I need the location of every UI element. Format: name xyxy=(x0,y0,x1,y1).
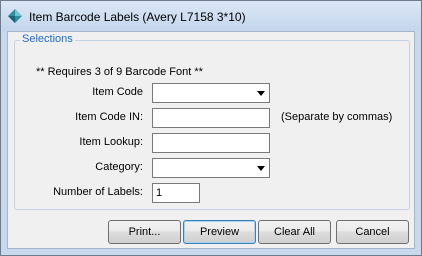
item-code-in-hint: (Separate by commas) xyxy=(281,111,393,123)
chevron-down-icon[interactable] xyxy=(254,85,268,101)
selections-legend: Selections xyxy=(20,33,75,45)
item-code-in-label: Item Code IN: xyxy=(75,111,143,123)
dialog-window: Item Barcode Labels (Avery L7158 3*10) S… xyxy=(0,0,422,256)
category-combo[interactable] xyxy=(152,158,270,178)
clear-all-button[interactable]: Clear All xyxy=(258,220,331,244)
item-lookup-input[interactable] xyxy=(152,133,270,153)
chevron-down-icon[interactable] xyxy=(254,160,268,176)
item-code-combo[interactable] xyxy=(152,83,270,103)
cancel-button[interactable]: Cancel xyxy=(336,220,409,244)
number-of-labels-label: Number of Labels: xyxy=(53,186,143,198)
window-title: Item Barcode Labels (Avery L7158 3*10) xyxy=(29,10,246,24)
preview-button[interactable]: Preview xyxy=(183,220,256,244)
dialog-client-area: Selections ** Requires 3 of 9 Barcode Fo… xyxy=(7,31,415,249)
title-bar[interactable]: Item Barcode Labels (Avery L7158 3*10) xyxy=(1,1,421,31)
number-of-labels-input[interactable] xyxy=(152,183,200,203)
app-diamond-icon xyxy=(8,9,22,23)
barcode-font-note: ** Requires 3 of 9 Barcode Font ** xyxy=(36,66,203,78)
item-code-label: Item Code xyxy=(92,86,143,98)
item-lookup-label: Item Lookup: xyxy=(79,136,143,148)
item-code-in-input[interactable] xyxy=(152,108,270,128)
print-button[interactable]: Print... xyxy=(108,220,181,244)
selections-group: Selections ** Requires 3 of 9 Barcode Fo… xyxy=(14,33,410,210)
category-label: Category: xyxy=(95,161,143,173)
